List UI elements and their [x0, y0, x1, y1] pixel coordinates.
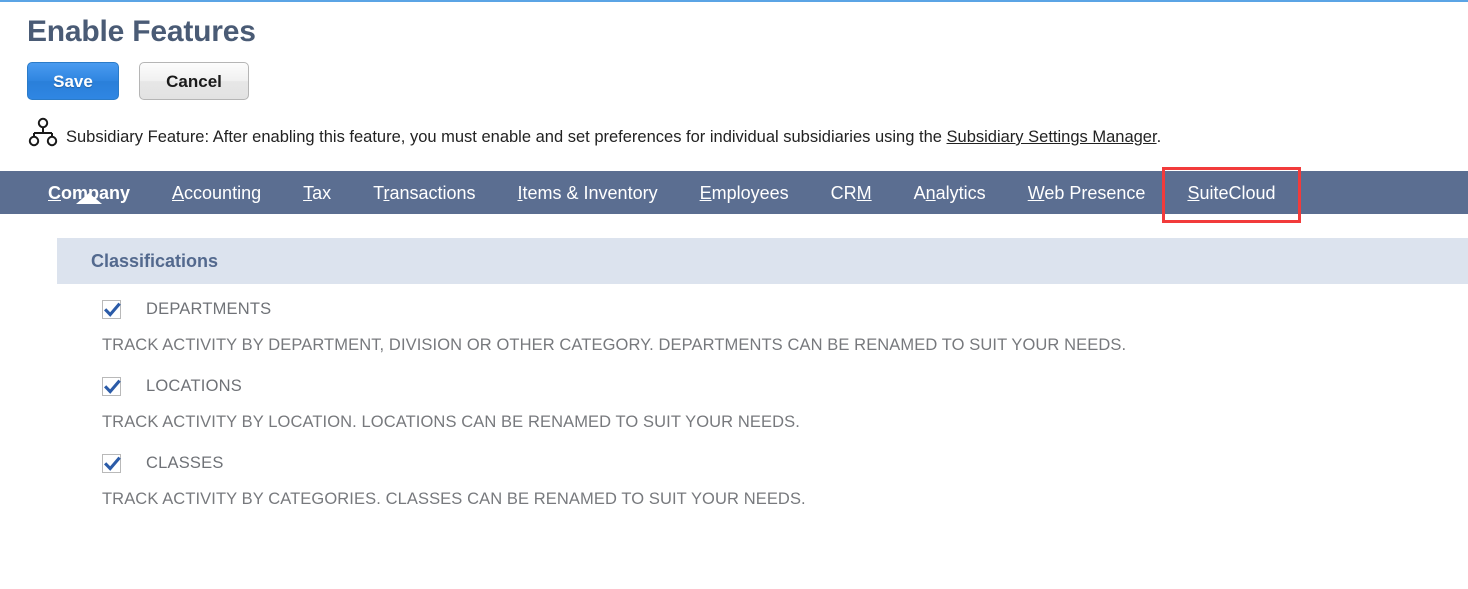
subsidiary-note: Subsidiary Feature: After enabling this … [0, 100, 1468, 154]
feature-row: DEPARTMENTS TRACK ACTIVITY BY DEPARTMENT,… [102, 300, 1468, 355]
feature-list: DEPARTMENTS TRACK ACTIVITY BY DEPARTMENT,… [57, 284, 1468, 509]
note-text-before: Subsidiary Feature: After enabling this … [66, 128, 947, 146]
section-header: Classifications [57, 238, 1468, 284]
feature-tabbar: Company Accounting Tax Transactions Items & … [0, 171, 1468, 214]
tab-employees[interactable]: Employees [679, 183, 810, 203]
subsidiary-note-text: Subsidiary Feature: After enabling this … [66, 127, 1161, 147]
tab-web-presence[interactable]: Web Presence [1007, 183, 1167, 203]
page-title: Enable Features [27, 15, 256, 48]
feature-row: LOCATIONS TRACK ACTIVITY BY LOCATION. LOC… [102, 377, 1468, 432]
checkbox-classes[interactable] [102, 454, 121, 473]
tab-crm[interactable]: CRM [810, 183, 893, 203]
feature-row: CLASSES TRACK ACTIVITY BY CATEGORIES. CLA… [102, 454, 1468, 509]
classifications-section: Classifications DEPARTMENTS TRACK ACTIVIT… [57, 238, 1468, 509]
tab-accesskey: M [856, 182, 872, 203]
tab-accesskey: r [383, 182, 390, 203]
checkbox-locations[interactable] [102, 377, 121, 396]
tab-accesskey: n [925, 182, 936, 203]
tab-accesskey: W [1027, 182, 1045, 203]
feature-description: TRACK ACTIVITY BY DEPARTMENT, DIVISION O… [102, 336, 1127, 354]
tab-accesskey: S [1187, 182, 1200, 203]
tabbar-wrapper: Company Accounting Tax Transactions Items & … [0, 167, 1468, 223]
feature-label: CLASSES [146, 454, 224, 472]
feature-description: TRACK ACTIVITY BY LOCATION. LOCATIONS CA… [102, 413, 800, 431]
tab-transactions[interactable]: Transactions [352, 183, 496, 203]
section-header-title: Classifications [91, 250, 219, 271]
feature-main: LOCATIONS [102, 377, 1468, 396]
tab-tax[interactable]: Tax [282, 183, 352, 203]
feature-main: DEPARTMENTS [102, 300, 1468, 319]
subsidiary-settings-manager-link[interactable]: Subsidiary Settings Manager [947, 128, 1157, 146]
tab-accesskey: C [48, 182, 61, 203]
checkbox-departments[interactable] [102, 300, 121, 319]
hierarchy-icon [28, 117, 58, 151]
tab-suitecloud[interactable]: SuiteCloud [1166, 183, 1296, 203]
tab-accesskey: I [517, 182, 523, 203]
tab-accesskey: E [699, 182, 712, 203]
tab-analytics[interactable]: Analytics [893, 183, 1007, 203]
tab-accesskey: T [303, 182, 313, 203]
tab-company[interactable]: Company [27, 182, 151, 204]
active-tab-pointer [76, 192, 102, 204]
note-text-after: . [1156, 128, 1162, 146]
feature-main: CLASSES [102, 454, 1468, 473]
cancel-button[interactable]: Cancel [139, 62, 249, 100]
feature-label: DEPARTMENTS [146, 300, 272, 318]
save-button[interactable]: Save [27, 62, 119, 100]
tab-accesskey: A [172, 182, 185, 203]
page-root: Enable Features Save Cancel Subsidiary F… [0, 2, 1468, 531]
feature-description: TRACK ACTIVITY BY CATEGORIES. CLASSES CA… [102, 490, 806, 508]
action-button-row: Save Cancel [0, 50, 1468, 100]
tab-accounting[interactable]: Accounting [151, 183, 282, 203]
feature-label: LOCATIONS [146, 377, 242, 395]
tab-items-inventory[interactable]: Items & Inventory [497, 183, 679, 203]
